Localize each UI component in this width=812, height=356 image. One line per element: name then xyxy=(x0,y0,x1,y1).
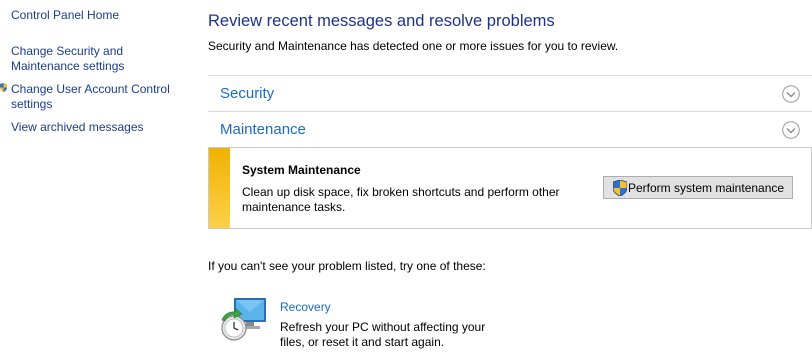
main-content: Review recent messages and resolve probl… xyxy=(208,0,812,356)
view-archived-messages-link[interactable]: View archived messages xyxy=(11,120,144,135)
change-uac-settings-link[interactable]: Change User Account Control settings xyxy=(11,82,181,112)
change-security-maintenance-settings-link[interactable]: Change Security and Maintenance settings xyxy=(11,44,141,74)
page-title: Review recent messages and resolve probl… xyxy=(208,12,555,30)
section-maintenance-label: Maintenance xyxy=(220,121,306,138)
page-subtitle: Security and Maintenance has detected on… xyxy=(208,39,619,53)
divider xyxy=(208,111,812,112)
message-title: System Maintenance xyxy=(242,163,361,177)
troubleshoot-hint: If you can't see your problem listed, tr… xyxy=(208,259,486,273)
section-maintenance[interactable]: Maintenance xyxy=(208,113,812,148)
left-nav: Control Panel Home Change Security and M… xyxy=(0,0,200,356)
warning-stripe xyxy=(209,148,230,228)
chevron-down-icon[interactable] xyxy=(782,85,800,103)
section-security[interactable]: Security xyxy=(208,77,812,112)
recovery-link[interactable]: Recovery xyxy=(280,300,331,314)
divider xyxy=(208,75,812,76)
recovery-description: Refresh your PC without affecting your f… xyxy=(280,320,486,349)
section-security-label: Security xyxy=(220,85,275,102)
system-maintenance-message: System Maintenance Clean up disk space, … xyxy=(208,147,812,229)
uac-shield-icon xyxy=(613,180,627,196)
message-description: Clean up disk space, fix broken shortcut… xyxy=(242,185,560,214)
recovery-icon xyxy=(221,298,266,341)
uac-shield-icon xyxy=(0,83,7,92)
control-panel-home-link[interactable]: Control Panel Home xyxy=(11,8,119,23)
perform-system-maintenance-label: Perform system maintenance xyxy=(628,180,785,195)
chevron-up-icon[interactable] xyxy=(782,121,800,139)
perform-system-maintenance-button[interactable]: Perform system maintenance xyxy=(603,176,793,199)
